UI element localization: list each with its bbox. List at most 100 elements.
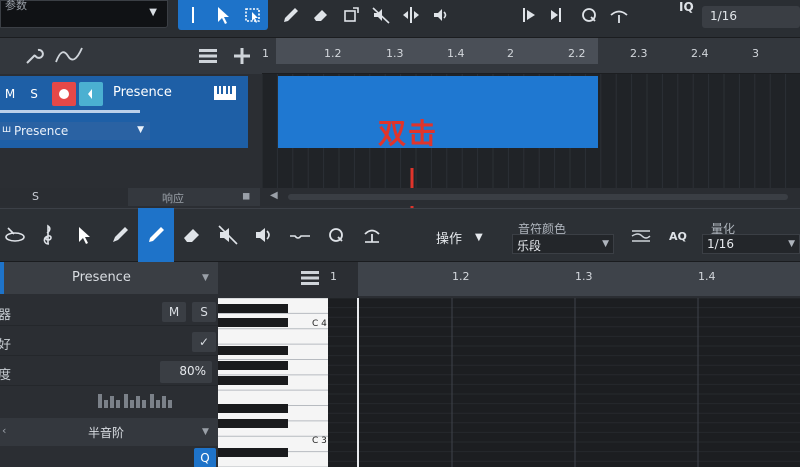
black-key: [218, 304, 288, 313]
editor-eraser-tool[interactable]: [174, 208, 210, 262]
lower-label-response: 响应: [162, 192, 184, 205]
editor-mute-tool[interactable]: [210, 208, 246, 262]
black-key: [218, 318, 288, 327]
instrument-select[interactable]: ш Presence ▼: [0, 122, 150, 140]
arrange-scrollbar[interactable]: S 响应 ◼ ◀: [0, 188, 800, 206]
list-icon[interactable]: [198, 48, 218, 64]
automation-icon[interactable]: [54, 44, 84, 66]
mute-label: M: [4, 87, 16, 101]
arrow-tool[interactable]: [208, 0, 238, 30]
editor-score-tool[interactable]: [30, 208, 66, 262]
instrument-keyboard-icon[interactable]: [214, 86, 236, 100]
mute-button[interactable]: M: [0, 84, 20, 104]
action-menu[interactable]: 操作: [436, 228, 462, 247]
track-dropdown[interactable]: 参数 ▼: [0, 0, 168, 28]
piano-header: [218, 262, 328, 298]
inspector-row-velocity: 度 80%: [0, 358, 218, 386]
list-icon[interactable]: [300, 270, 320, 286]
editor-listen-tool[interactable]: [246, 208, 282, 262]
editor-quantize-tool[interactable]: [318, 208, 354, 262]
solo-button[interactable]: S: [24, 84, 44, 104]
chevron-down-icon: ▼: [475, 232, 483, 243]
velocity-field[interactable]: 80%: [160, 361, 212, 383]
ruler-tick-label: 1.3: [386, 47, 404, 60]
record-arm-button[interactable]: [52, 82, 76, 106]
editor-toolbar: 操作 ▼ 音符颜色 AQ 量化: [0, 208, 800, 262]
groove-tool[interactable]: [604, 0, 634, 30]
editor-arrow-tool[interactable]: [66, 208, 102, 262]
inspector-solo-button[interactable]: S: [192, 302, 216, 322]
quantize-value: 1/16: [707, 237, 734, 251]
wrench-icon[interactable]: [24, 46, 44, 66]
mute-tool[interactable]: [366, 0, 396, 30]
editor-track-header[interactable]: Presence ▼: [0, 262, 218, 294]
edit-tools: [276, 0, 456, 30]
ruler-tick-label: 2.3: [630, 47, 648, 60]
quantize-button[interactable]: Q: [194, 448, 216, 467]
paint-tool[interactable]: [336, 0, 366, 30]
quantize-select[interactable]: 1/16 ▼: [702, 234, 800, 254]
ruler-tick-label: 1.3: [575, 270, 593, 283]
bend-line-icon: [290, 235, 310, 239]
arrow-icon: [79, 227, 90, 244]
eraser-icon: [314, 10, 327, 21]
tool-group-active: [178, 0, 268, 30]
quantize-dropdown-top[interactable]: 1/16: [702, 6, 800, 28]
split-at-tool[interactable]: [544, 0, 574, 30]
editor-pencil-tool[interactable]: [138, 208, 174, 262]
speaker-icon: [434, 9, 447, 21]
note-color-select[interactable]: 乐段 ▼: [512, 234, 614, 254]
inspector-mute-button[interactable]: M: [162, 302, 186, 322]
scale-select[interactable]: ‹ 半音阶 ▼: [0, 418, 218, 446]
instrument-name: Presence: [14, 124, 69, 138]
lower-label-s: S: [32, 190, 39, 203]
editor-track-name: Presence: [72, 270, 131, 285]
treble-clef-icon: [43, 224, 52, 245]
ruler-tick-label: 2.4: [691, 47, 709, 60]
track-name[interactable]: Presence: [113, 85, 172, 100]
editor-transpose-tool[interactable]: [354, 208, 390, 262]
ruler-tick-label: 1: [330, 270, 337, 283]
stretch-icon[interactable]: [630, 227, 652, 243]
black-key: [218, 448, 288, 457]
record-icon: [59, 89, 69, 99]
eraser-tool[interactable]: [306, 0, 336, 30]
split-tool[interactable]: [396, 0, 426, 30]
inspector-check-toggle[interactable]: ✓: [192, 332, 216, 352]
scroll-track[interactable]: [128, 188, 260, 206]
paint-icon: [344, 7, 359, 22]
chevron-down-icon: ▼: [137, 125, 144, 135]
add-track-icon[interactable]: [232, 46, 252, 66]
velocity-value: 80%: [179, 364, 206, 378]
quantize-tool[interactable]: [574, 0, 604, 30]
annotation-label: 双击: [378, 117, 439, 150]
ruler-tick-label: 1.2: [452, 270, 470, 283]
select-cursor-tool[interactable]: [178, 0, 208, 30]
monitor-icon: [88, 89, 92, 99]
note-grid[interactable]: [328, 297, 800, 467]
listen-tool[interactable]: [426, 0, 456, 30]
scroll-thumb[interactable]: [288, 194, 788, 200]
bend-tool[interactable]: [514, 0, 544, 30]
ruler-tick-label: 3: [752, 47, 759, 60]
range-tool[interactable]: [238, 0, 268, 30]
chevron-down-icon: ▼: [602, 239, 609, 249]
editor-bend-tool[interactable]: [282, 208, 318, 262]
editor-paint-tool[interactable]: [102, 208, 138, 262]
aq-label[interactable]: AQ: [669, 230, 687, 243]
editor-drum-tool[interactable]: [0, 208, 30, 262]
pattern-steps-icon[interactable]: [96, 390, 186, 412]
black-key: [218, 404, 288, 413]
scroll-handle-icon[interactable]: ◼: [242, 191, 250, 202]
black-key: [218, 419, 288, 428]
instrument-track[interactable]: M S Presence ш Presence ▼: [0, 76, 248, 148]
inspector-row-instrument: 器 M S: [0, 298, 218, 326]
scroll-left-icon[interactable]: ◀: [270, 190, 278, 201]
track-dropdown-label: 参数: [5, 0, 27, 12]
split-at-icon: [551, 8, 561, 22]
track-volume-slider[interactable]: [0, 110, 140, 113]
monitor-button[interactable]: [79, 82, 103, 106]
pencil-tool[interactable]: [276, 0, 306, 30]
quantize-button-label: Q: [200, 451, 210, 465]
inspector-row-preference: 好 ✓: [0, 328, 218, 356]
